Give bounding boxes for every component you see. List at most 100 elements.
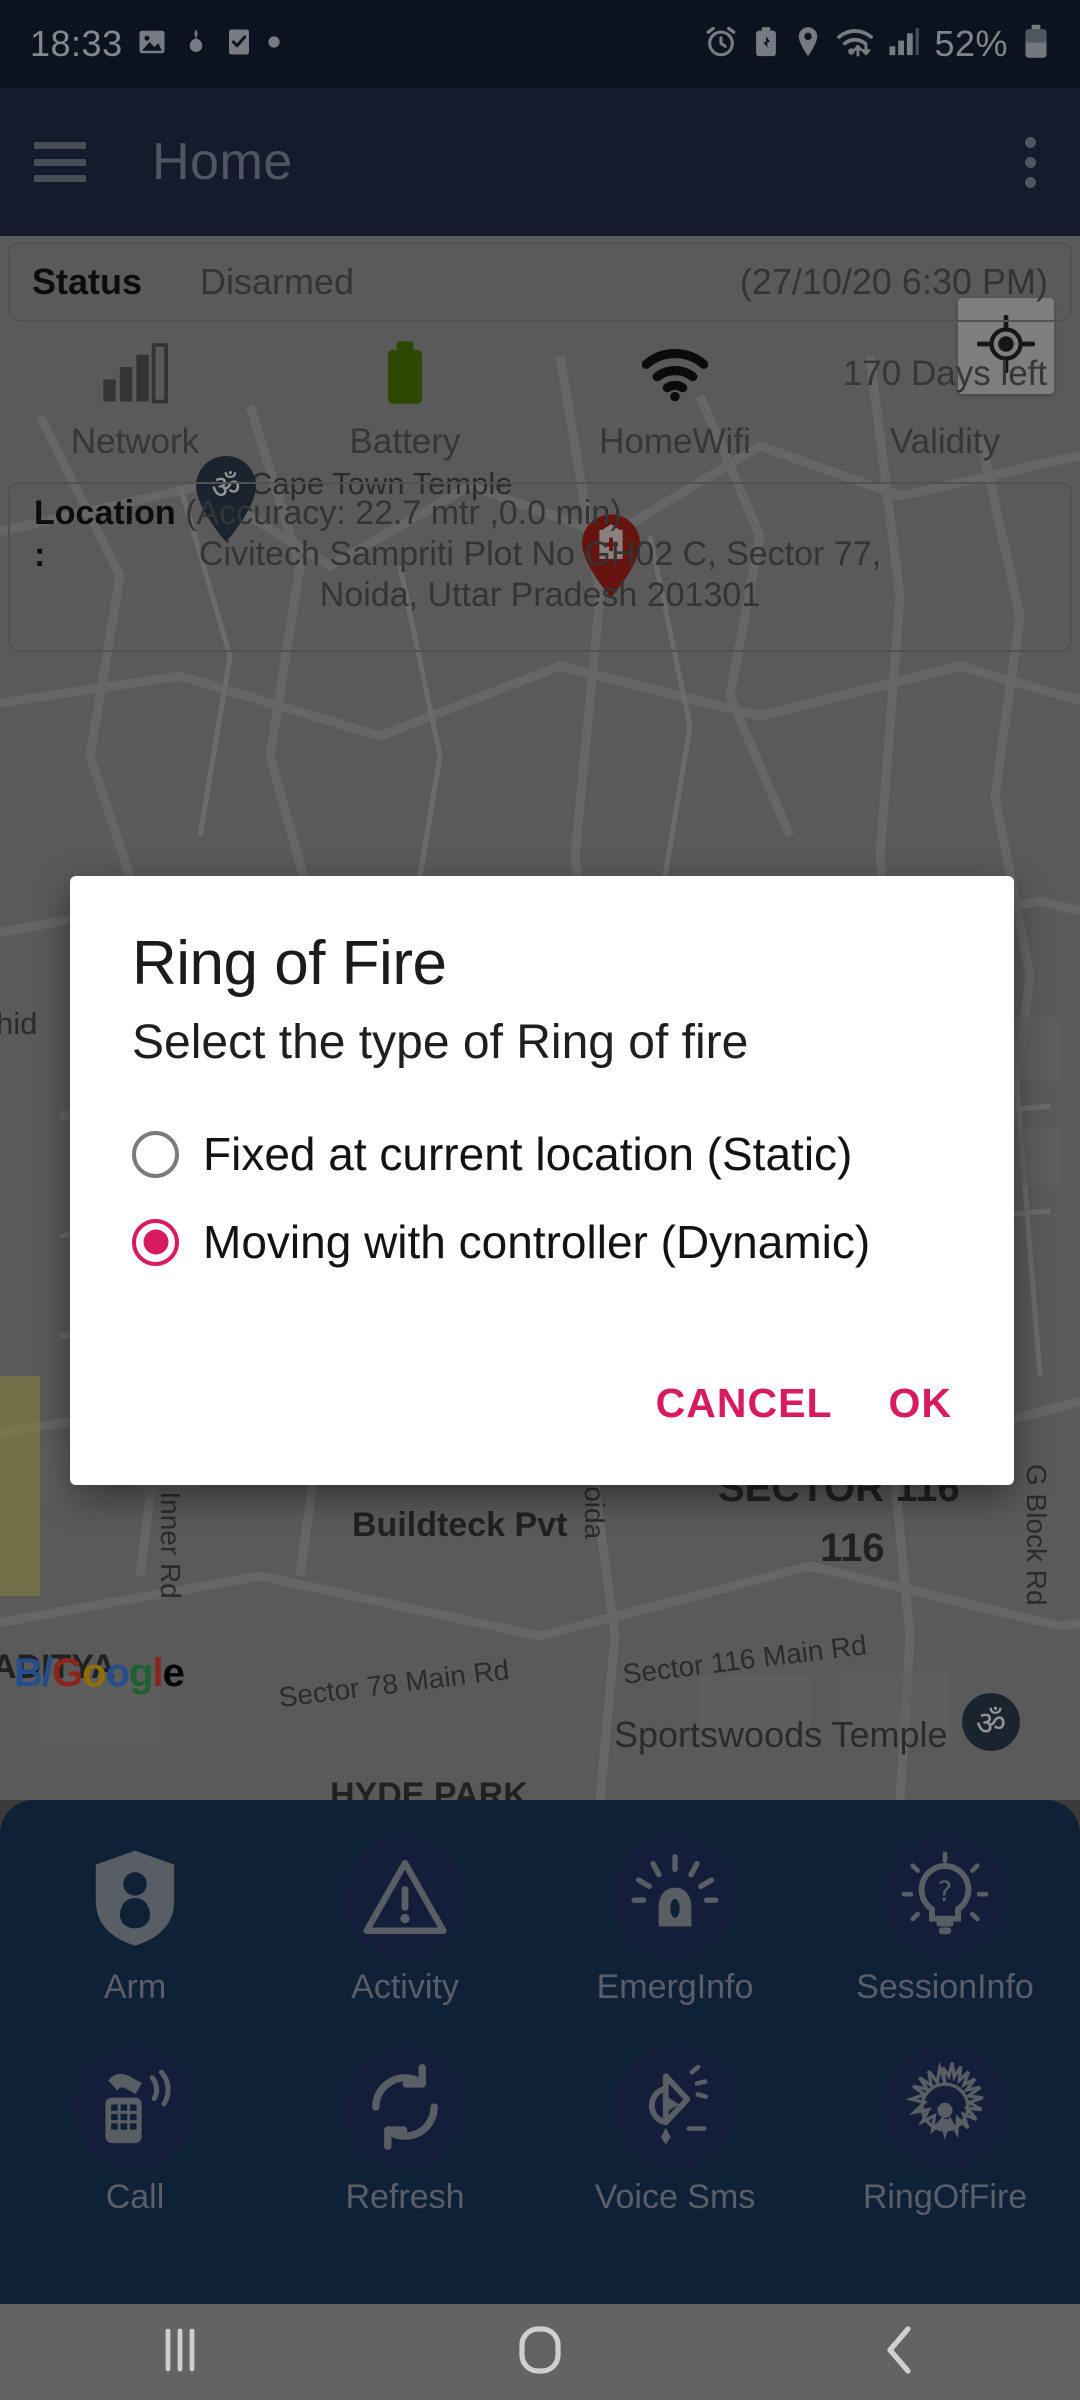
voice-message-icon [614,2046,736,2168]
indicator-label: Battery [349,422,461,461]
dialog-actions: CANCEL OK [656,1380,952,1427]
action-label: RingOfFire [862,2178,1028,2216]
action-call[interactable]: Call [0,2046,270,2256]
recents-button[interactable] [0,2327,360,2378]
photo-icon [137,27,167,62]
action-label: Call [105,2178,165,2216]
temple-marker-2[interactable]: ॐ [960,1691,1022,1758]
status-bar: 18:33 52% [0,0,1080,88]
svg-text:ॐ: ॐ [976,1703,1006,1742]
indicator-label: Network [70,422,200,461]
wifi-icon [642,332,708,416]
dot-icon [267,35,281,54]
action-refresh[interactable]: Refresh [270,2046,540,2256]
battery-saver-icon [752,25,780,64]
indicator-battery[interactable]: Battery [270,332,540,480]
shield-person-icon [74,1836,196,1958]
radio-option-dynamic[interactable]: Moving with controller (Dynamic) [132,1198,952,1286]
status-card: Status Disarmed (27/10/20 6:30 PM) [8,242,1072,322]
action-arm[interactable]: Arm [0,1836,270,2046]
radio-option-static[interactable]: Fixed at current location (Static) [132,1110,952,1198]
action-label: Voice Sms [594,2178,756,2216]
battery-icon [1022,24,1050,65]
indicator-validity[interactable]: 170 Days left Validity [810,332,1080,480]
location-header: Location (Accuracy: 22.7 mtr ,0.0 min) [34,494,1046,533]
google-attribution: B/Google [14,1651,185,1695]
page-title: Home [152,133,293,191]
more-vert-icon[interactable] [1015,127,1046,198]
map-label: 6 Inner Rd [155,1468,186,1599]
action-row-1: Arm Activity EmergInfo ? SessionInfo [0,1836,1080,2046]
validity-value: 170 Days left [842,354,1048,393]
radio-unchecked-icon[interactable] [132,1130,179,1178]
action-activity[interactable]: Activity [270,1836,540,2046]
back-icon [882,2325,918,2380]
refresh-icon [344,2046,466,2168]
app-bar: Home [0,88,1080,236]
location-label: Location [34,494,176,532]
home-button[interactable] [360,2325,720,2380]
ring-of-fire-icon [884,2046,1006,2168]
status-card-value: Disarmed [200,261,355,302]
radio-checked-icon[interactable] [132,1218,179,1266]
indicator-homewifi[interactable]: HomeWifi [540,332,810,480]
action-label: EmergInfo [596,1968,754,2006]
map-label: 116 [820,1526,885,1570]
action-panel: Arm Activity EmergInfo ? SessionInfo Cal… [0,1800,1080,2304]
system-nav-bar [0,2304,1080,2400]
status-bar-left: 18:33 [30,23,281,65]
action-label: SessionInfo [856,1968,1034,2006]
action-voice-sms[interactable]: Voice Sms [540,2046,810,2256]
location-icon [794,25,822,64]
location-address-line-1: Civitech Sampriti Plot No GH02 C, Sector… [198,535,882,573]
action-ring-of-fire[interactable]: RingOfFire [810,2046,1080,2256]
location-card: Location (Accuracy: 22.7 mtr ,0.0 min) :… [8,482,1072,652]
hamburger-icon[interactable] [34,142,86,182]
ring-of-fire-dialog: Ring of Fire Select the type of Ring of … [70,876,1014,1485]
signal-icon [888,27,920,62]
map-label: Buildteck Pvt [352,1506,568,1544]
map-label: G Block Rd [1021,1464,1052,1606]
indicator-row: Network Battery HomeWifi 170 Days left V… [0,332,1080,480]
action-label: Arm [103,1968,167,2006]
indicator-label: HomeWifi [599,422,751,461]
task-checkbox-icon [225,27,253,62]
battery-full-icon [382,332,428,416]
action-emerginfo[interactable]: EmergInfo [540,1836,810,2046]
status-card-label: Status [32,261,143,302]
battery-percent-label: 52% [934,23,1008,64]
alarm-icon [704,25,738,64]
ringing-phone-icon [74,2046,196,2168]
do-not-disturb-icon [181,27,211,62]
location-address-line-2: Noida, Uttar Pradesh 201301 [319,576,761,615]
siren-icon [614,1836,736,1958]
action-sessioninfo[interactable]: ? SessionInfo [810,1836,1080,2046]
svg-text:?: ? [938,1874,953,1907]
recents-icon [160,2327,200,2378]
status-bar-right: 52% [704,23,1050,65]
map-label: HYDE PARK [330,1776,528,1800]
lightbulb-question-icon: ? [884,1836,1006,1958]
action-label: Refresh [345,2178,465,2216]
dialog-radio-group: Fixed at current location (Static) Movin… [132,1110,952,1286]
home-icon [518,2325,562,2380]
action-row-2: Call Refresh Voice Sms RingOfFire [0,2046,1080,2256]
ok-button[interactable]: OK [889,1380,953,1427]
map-label: Sportswoods Temple [614,1714,948,1755]
attribution-prefix: B/ [14,1651,53,1695]
dialog-title: Ring of Fire [132,929,447,998]
location-colon: : [34,536,46,574]
status-bar-clock: 18:33 [30,23,123,64]
dialog-subtitle: Select the type of Ring of fire [132,1016,749,1069]
cancel-button[interactable]: CANCEL [656,1380,833,1427]
radio-option-label: Fixed at current location (Static) [203,1128,853,1180]
map-label: hid [0,1006,38,1041]
wifi-icon [836,26,874,63]
back-button[interactable] [720,2325,1080,2380]
status-card-timestamp: (27/10/20 6:30 PM) [739,261,1048,302]
location-accuracy: (Accuracy: 22.7 mtr ,0.0 min) [185,494,622,532]
action-label: Activity [351,1968,459,2006]
indicator-network[interactable]: Network [0,332,270,480]
warning-triangle-icon [344,1836,466,1958]
indicator-label: Validity [889,422,1001,461]
